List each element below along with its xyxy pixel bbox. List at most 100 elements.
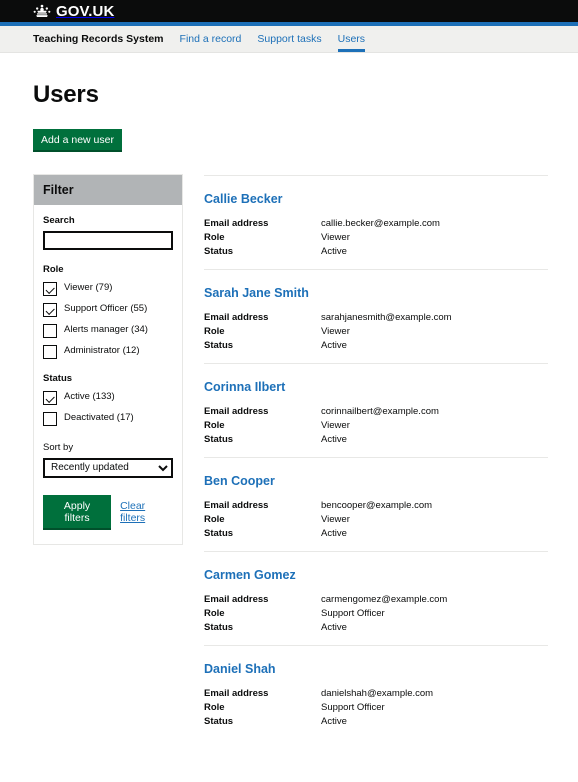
nav-link-users[interactable]: Users bbox=[337, 33, 366, 52]
user-card: Ben Cooper Email address bencooper@examp… bbox=[204, 457, 548, 551]
detail-value: Active bbox=[321, 622, 347, 634]
detail-value: Viewer bbox=[321, 232, 350, 244]
checkbox-checked-icon[interactable] bbox=[43, 282, 57, 297]
user-detail-email: Email address danielshah@example.com bbox=[204, 688, 548, 699]
user-detail-email: Email address callie.becker@example.com bbox=[204, 218, 548, 229]
user-detail-email: Email address carmengomez@example.com bbox=[204, 594, 548, 605]
detail-key: Email address bbox=[204, 688, 269, 700]
detail-value: Support Officer bbox=[321, 608, 385, 620]
filter-checkbox-label: Administrator (12) bbox=[64, 345, 140, 357]
user-detail-status: Status Active bbox=[204, 622, 548, 633]
detail-key: Email address bbox=[204, 594, 269, 606]
page-title: Users bbox=[33, 81, 99, 108]
user-results-list: Callie Becker Email address callie.becke… bbox=[204, 174, 548, 739]
detail-key: Status bbox=[204, 434, 234, 446]
detail-value: Viewer bbox=[321, 420, 350, 432]
govuk-masthead: GOV.UK bbox=[0, 0, 578, 26]
user-detail-status: Status Active bbox=[204, 246, 548, 257]
user-detail-role: Role Viewer bbox=[204, 326, 548, 337]
service-name: Teaching Records System bbox=[33, 33, 164, 45]
filter-checkbox-label: Support Officer (55) bbox=[64, 303, 148, 315]
detail-value: carmengomez@example.com bbox=[321, 594, 448, 606]
filter-checkbox-role-administrator[interactable]: Administrator (12) bbox=[43, 345, 173, 360]
user-detail-status: Status Active bbox=[204, 716, 548, 727]
filter-checkbox-label: Active (133) bbox=[64, 391, 115, 403]
filter-panel: Filter Search Role Viewer (79) Support O… bbox=[33, 174, 183, 545]
checkbox-unchecked-icon[interactable] bbox=[43, 345, 57, 360]
detail-value: Active bbox=[321, 340, 347, 352]
detail-key: Role bbox=[204, 608, 225, 620]
checkbox-unchecked-icon[interactable] bbox=[43, 324, 57, 339]
detail-key: Email address bbox=[204, 218, 269, 230]
user-detail-email: Email address sarahjanesmith@example.com bbox=[204, 312, 548, 323]
detail-value: Viewer bbox=[321, 326, 350, 338]
detail-key: Status bbox=[204, 528, 234, 540]
detail-key: Status bbox=[204, 622, 234, 634]
nav-link-find-a-record[interactable]: Find a record bbox=[180, 33, 242, 52]
sort-by-label: Sort by bbox=[43, 442, 74, 454]
checkbox-checked-icon[interactable] bbox=[43, 303, 57, 318]
user-card: Sarah Jane Smith Email address sarahjane… bbox=[204, 269, 548, 363]
user-card: Carmen Gomez Email address carmengomez@e… bbox=[204, 551, 548, 645]
filter-checkbox-role-alerts-manager[interactable]: Alerts manager (34) bbox=[43, 324, 173, 339]
user-card: Callie Becker Email address callie.becke… bbox=[204, 175, 548, 269]
user-detail-status: Status Active bbox=[204, 340, 548, 351]
user-name-link[interactable]: Ben Cooper bbox=[204, 474, 275, 488]
govuk-home-link[interactable]: GOV.UK bbox=[33, 4, 114, 19]
nav-link-support-tasks[interactable]: Support tasks bbox=[257, 33, 321, 52]
filter-checkbox-label: Alerts manager (34) bbox=[64, 324, 148, 336]
detail-value: sarahjanesmith@example.com bbox=[321, 312, 452, 324]
user-name-link[interactable]: Corinna Ilbert bbox=[204, 380, 285, 394]
detail-key: Email address bbox=[204, 500, 269, 512]
detail-value: Support Officer bbox=[321, 702, 385, 714]
user-detail-role: Role Support Officer bbox=[204, 608, 548, 619]
detail-key: Role bbox=[204, 420, 225, 432]
filter-heading: Filter bbox=[43, 183, 74, 198]
content-columns: Filter Search Role Viewer (79) Support O… bbox=[33, 174, 548, 739]
filter-checkbox-role-viewer[interactable]: Viewer (79) bbox=[43, 282, 173, 297]
user-card: Corinna Ilbert Email address corinnailbe… bbox=[204, 363, 548, 457]
detail-key: Email address bbox=[204, 406, 269, 418]
detail-key: Role bbox=[204, 232, 225, 244]
filter-checkbox-label: Deactivated (17) bbox=[64, 412, 134, 424]
user-detail-role: Role Support Officer bbox=[204, 702, 548, 713]
sort-by-select[interactable]: Recently updated bbox=[43, 457, 173, 478]
detail-key: Role bbox=[204, 702, 225, 714]
clear-filters-link[interactable]: Clear filters bbox=[120, 500, 173, 524]
page-content: Users Add a new user Filter Search Role … bbox=[0, 81, 578, 739]
detail-value: Active bbox=[321, 434, 347, 446]
detail-value: callie.becker@example.com bbox=[321, 218, 440, 230]
sort-block: Sort by Recently updated bbox=[43, 442, 173, 478]
checkbox-unchecked-icon[interactable] bbox=[43, 412, 57, 427]
add-a-new-user-button[interactable]: Add a new user bbox=[33, 129, 122, 153]
govuk-brand-name: GOV.UK bbox=[56, 2, 115, 20]
user-detail-role: Role Viewer bbox=[204, 514, 548, 525]
detail-value: bencooper@example.com bbox=[321, 500, 433, 512]
service-navigation: Teaching Records System Find a record Su… bbox=[0, 26, 578, 53]
filter-panel-body: Search Role Viewer (79) Support Officer … bbox=[34, 205, 182, 544]
user-detail-email: Email address corinnailbert@example.com bbox=[204, 406, 548, 417]
user-detail-status: Status Active bbox=[204, 528, 548, 539]
filter-checkbox-role-support-officer[interactable]: Support Officer (55) bbox=[43, 303, 173, 318]
user-name-link[interactable]: Callie Becker bbox=[204, 192, 283, 206]
role-group-title: Role bbox=[43, 264, 64, 276]
search-input[interactable] bbox=[43, 231, 173, 251]
detail-key: Status bbox=[204, 716, 234, 728]
user-name-link[interactable]: Carmen Gomez bbox=[204, 568, 296, 582]
apply-filters-button[interactable]: Apply filters bbox=[43, 494, 112, 530]
filter-checkbox-status-active[interactable]: Active (133) bbox=[43, 391, 173, 406]
detail-key: Role bbox=[204, 326, 225, 338]
detail-key: Status bbox=[204, 340, 234, 352]
detail-value: Active bbox=[321, 716, 347, 728]
user-name-link[interactable]: Daniel Shah bbox=[204, 662, 276, 676]
filter-panel-header: Filter bbox=[34, 175, 182, 206]
filter-checkbox-label: Viewer (79) bbox=[64, 282, 113, 294]
filter-actions: Apply filters Clear filters bbox=[43, 494, 173, 530]
filter-checkbox-status-deactivated[interactable]: Deactivated (17) bbox=[43, 412, 173, 427]
detail-value: danielshah@example.com bbox=[321, 688, 434, 700]
user-name-link[interactable]: Sarah Jane Smith bbox=[204, 286, 309, 300]
detail-key: Email address bbox=[204, 312, 269, 324]
detail-value: Active bbox=[321, 246, 347, 258]
user-detail-role: Role Viewer bbox=[204, 420, 548, 431]
checkbox-checked-icon[interactable] bbox=[43, 391, 57, 406]
